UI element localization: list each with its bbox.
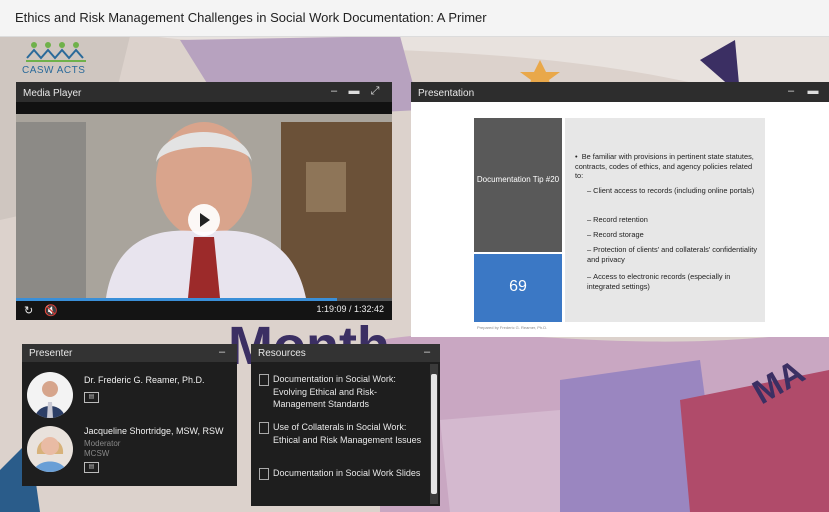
slide-sub-item: – Record retention: [587, 215, 648, 224]
slide-sub-item: – Protection of clients' and collaterals…: [587, 245, 758, 264]
presenter-header[interactable]: Presenter –: [22, 344, 237, 362]
video-time: 1:19:09 / 1:32:42: [316, 304, 384, 314]
maximize-icon[interactable]: ▬: [807, 85, 819, 97]
presenter-name: Dr. Frederic G. Reamer, Ph.D.: [84, 375, 205, 385]
resources-header[interactable]: Resources –: [251, 344, 440, 362]
presenter-panel: Presenter – Dr. Frederic G. Reamer, Ph.D…: [22, 344, 237, 486]
presentation-title: Presentation: [418, 88, 475, 99]
video-progress-fill: [16, 298, 337, 301]
presenter-role: Moderator: [84, 439, 121, 448]
slide-bullet: • Be familiar with provisions in pertine…: [575, 152, 754, 180]
slide-sub-item: – Record storage: [587, 230, 644, 239]
resource-link[interactable]: Documentation in Social Work: Evolving E…: [273, 373, 423, 411]
resources-panel: Resources – Documentation in Social Work…: [251, 344, 440, 506]
video-area[interactable]: [16, 102, 392, 298]
video-controls: ↻ 🔇 1:19:09 / 1:32:42: [16, 298, 392, 320]
avatar[interactable]: [27, 426, 73, 472]
document-icon: [259, 374, 269, 386]
presenter-photo: [35, 381, 65, 418]
resources-title: Resources: [258, 348, 306, 359]
presentation-header[interactable]: Presentation – ▬: [411, 82, 829, 102]
document-icon: [259, 422, 269, 434]
scrollbar-thumb[interactable]: [431, 374, 437, 494]
media-player-title: Media Player: [23, 88, 82, 99]
slide-number: 69: [509, 278, 527, 295]
play-button[interactable]: [188, 204, 220, 236]
minimize-icon[interactable]: –: [785, 85, 797, 97]
bio-icon[interactable]: ▤: [84, 462, 99, 473]
slide-content: • Be familiar with provisions in pertine…: [565, 118, 765, 322]
slide-sub-item: – Client access to records (including on…: [587, 186, 755, 195]
people-logo-icon: [26, 42, 86, 62]
maximize-icon[interactable]: ▬: [348, 85, 360, 97]
video-progress-bar[interactable]: [16, 298, 392, 301]
resource-link[interactable]: Use of Collaterals in Social Work: Ethic…: [273, 421, 423, 446]
window-titlebar: Ethics and Risk Management Challenges in…: [0, 0, 829, 37]
presenter-photo: [33, 437, 67, 472]
presentation-panel: Presentation – ▬ Documentation Tip #20 6…: [411, 82, 829, 337]
slide-sub-item: – Access to electronic records (especial…: [587, 272, 731, 291]
fullscreen-icon[interactable]: ⤢: [369, 85, 381, 98]
slide-heading-box: Documentation Tip #20: [474, 118, 562, 252]
media-player-panel: Media Player – ▬ ⤢ ↻ 🔇 1:19:09 / 1:32:42: [16, 82, 392, 336]
casw-logo: CASW ACTS: [22, 40, 94, 78]
window-title: Ethics and Risk Management Challenges in…: [15, 10, 487, 25]
replay-icon[interactable]: ↻: [24, 304, 33, 317]
slide-footer: Prepared by Frederic G. Reamer, Ph.D.: [477, 325, 548, 330]
mute-icon[interactable]: 🔇: [44, 304, 58, 317]
avatar[interactable]: [27, 372, 73, 418]
presenter-name: Jacqueline Shortridge, MSW, RSW: [84, 426, 224, 436]
speaker-video-frame: [16, 102, 392, 298]
minimize-icon[interactable]: –: [328, 85, 340, 97]
presenter-org: MCSW: [84, 449, 110, 458]
resources-scrollbar[interactable]: [430, 364, 438, 504]
minimize-icon[interactable]: –: [216, 346, 228, 358]
logo-text: CASW ACTS: [22, 65, 86, 76]
bio-icon[interactable]: ▤: [84, 392, 99, 403]
minimize-icon[interactable]: –: [421, 346, 433, 358]
resource-link[interactable]: Documentation in Social Work Slides: [273, 467, 423, 480]
presenter-title: Presenter: [29, 348, 73, 359]
document-icon: [259, 468, 269, 480]
slide-number-box: 69: [474, 254, 562, 322]
slide-heading: Documentation Tip #20: [476, 175, 560, 184]
media-player-header[interactable]: Media Player – ▬ ⤢: [16, 82, 392, 102]
